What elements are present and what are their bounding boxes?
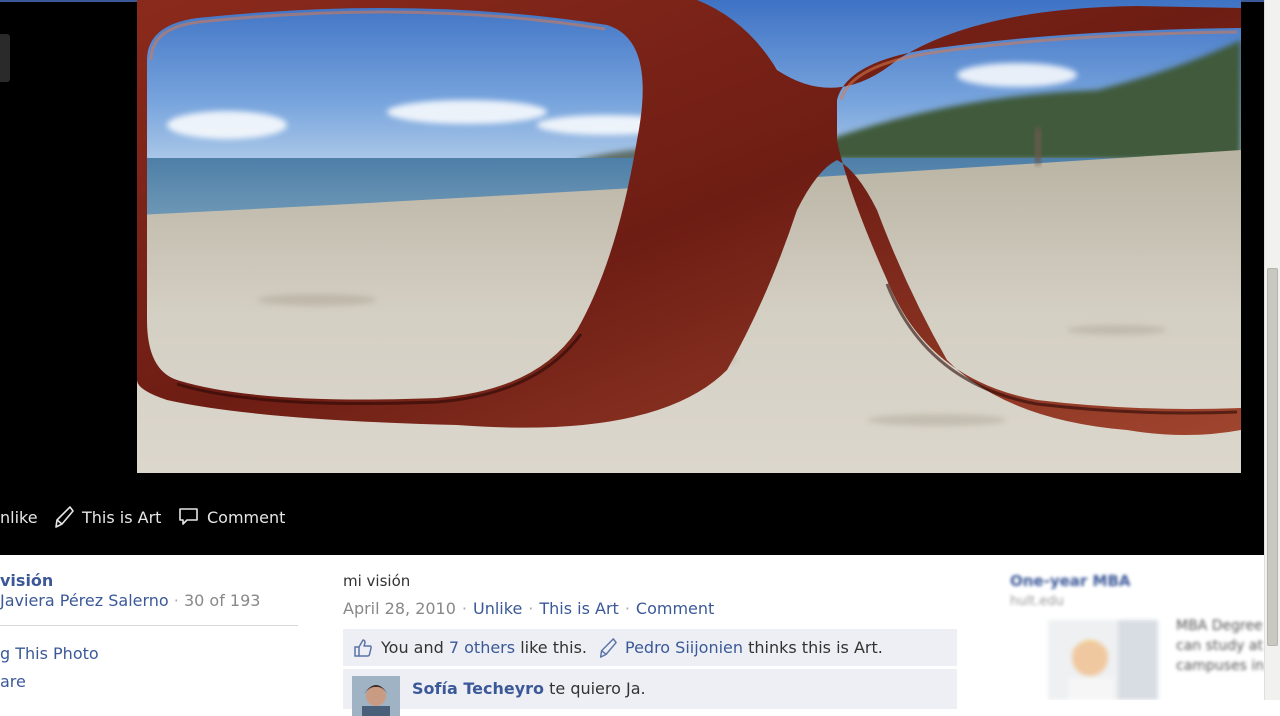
art-suffix: thinks this is Art. [748, 638, 883, 657]
comment-label: Comment [207, 507, 286, 527]
comment-link[interactable]: Comment [636, 599, 714, 618]
ad-url: hult.edu [1010, 594, 1064, 609]
speech-bubble-icon [179, 508, 198, 525]
photo-caption: mi visión [343, 572, 411, 590]
likes-suffix: like this. [520, 638, 587, 657]
likes-summary: You and 7 others like this. Pedro Siijon… [343, 629, 957, 666]
thumbs-up-icon [354, 638, 372, 657]
unlike-link[interactable]: Unlike [473, 599, 522, 618]
art-person-link[interactable]: Pedro Siijonien [625, 638, 743, 657]
photo-position: 30 of 193 [183, 591, 261, 610]
comment-item: Sofía Techeyro te quiero Ja. [343, 669, 957, 716]
this-is-art-link[interactable]: This is Art [539, 599, 618, 618]
comment-photo-button[interactable]: Comment [178, 501, 285, 533]
photo-meta-line: April 28, 2010 · Unlike · This is Art · Commen… [343, 599, 715, 618]
this-is-art-button[interactable]: This is Art [52, 501, 161, 533]
photo-image[interactable] [137, 0, 1241, 473]
vertical-scrollbar[interactable] [1264, 0, 1280, 700]
album-meta: Javiera Pérez Salerno · 30 of 193 [0, 591, 260, 610]
photo-date: April 28, 2010 [343, 599, 456, 618]
album-title-link[interactable]: visión [0, 571, 53, 590]
tag-this-photo-link[interactable]: g This Photo [0, 644, 99, 663]
sponsored-ad[interactable]: One-year MBA hult.edu MBA Degree can stu… [1008, 570, 1264, 700]
left-divider [0, 625, 298, 626]
ad-title[interactable]: One-year MBA [1010, 572, 1131, 590]
this-is-art-label: This is Art [82, 507, 162, 527]
likes-prefix: You and [381, 638, 444, 657]
quill-icon [55, 506, 74, 528]
scrollbar-thumb[interactable] [1267, 268, 1278, 646]
quill-icon [599, 637, 617, 658]
previous-photo-tab[interactable] [0, 34, 10, 82]
meta-separator: · [173, 591, 184, 610]
comment-author-link[interactable]: Sofía Techeyro [412, 679, 544, 698]
ad-image[interactable] [1048, 620, 1158, 700]
share-link[interactable]: are [0, 672, 26, 691]
ad-body: MBA Degree can study at campuses in [1176, 618, 1264, 674]
photo-viewer: nlike This is Art Comment [0, 0, 1264, 555]
comment-text: Sofía Techeyro te quiero Ja. [412, 679, 646, 698]
likes-others-link[interactable]: 7 others [449, 638, 515, 657]
comment-body: te quiero Ja. [549, 679, 646, 698]
avatar[interactable] [352, 676, 400, 716]
unlike-photo-button[interactable]: nlike [0, 501, 38, 533]
album-owner-link[interactable]: Javiera Pérez Salerno [0, 591, 169, 610]
unlike-label: nlike [0, 507, 38, 527]
